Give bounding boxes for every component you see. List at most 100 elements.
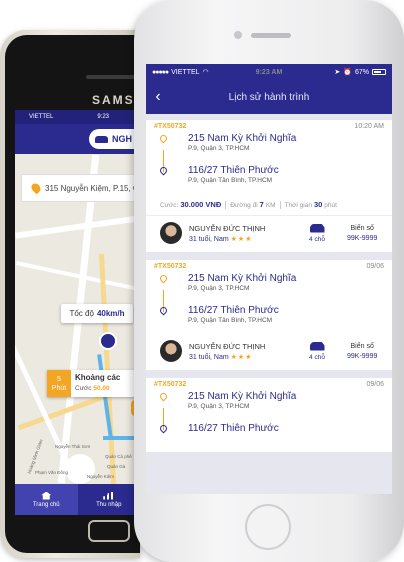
plate-label: Biển số — [350, 342, 374, 350]
destination-detail: P.9, Quận Tân Bình, TP.HCM — [188, 317, 273, 324]
destination-pin-icon — [158, 305, 169, 316]
android-home-button[interactable] — [88, 520, 130, 542]
trip-meta: Cước: 30.000 VNĐ Đường đi 7 KM Thời gian 30 p… — [146, 194, 392, 216]
seat-count: 4 chỗ — [309, 235, 325, 243]
plate-number: 99K-9999 — [347, 352, 378, 360]
eta-minutes: 5 — [57, 375, 61, 383]
map-label: Nguyễn Kiệm — [87, 474, 115, 479]
map-label: Quán Cà phê — [105, 454, 132, 459]
eta-minutes-badge: 5 Phút — [47, 370, 71, 397]
duration-label: Thời gian — [284, 202, 312, 209]
car-icon — [309, 341, 325, 351]
origin-pin-icon — [158, 133, 169, 144]
wifi-icon: ◠ — [202, 69, 209, 76]
duration-unit: phút — [324, 202, 337, 209]
ios-phone: ●●●●● VIETTEL ◠ 9:23 AM ➤ ⏰ 67% ‹ Lịch s… — [134, 0, 404, 562]
rating-stars: ★★★ — [230, 353, 253, 361]
driver-row: NGUYỄN ĐỨC THỊNH 31 tuổi, Nam ★★★ 4 chỗ … — [146, 216, 392, 252]
distance-label: Khoảng các — [75, 373, 121, 382]
fare-value: 30.000 VNĐ — [180, 200, 222, 209]
fee-value: 50.00 — [93, 385, 110, 392]
chevron-left-icon: ‹ — [155, 88, 161, 105]
back-button[interactable]: ‹ — [146, 80, 170, 114]
origin-pin-icon — [158, 391, 169, 402]
page-title: Lịch sử hành trình — [228, 91, 310, 103]
destination-pin-icon — [158, 165, 169, 176]
driver-info: 31 tuổi, Nam — [189, 235, 229, 243]
avatar — [160, 222, 182, 244]
carrier-label: VIETTEL — [29, 114, 54, 120]
battery-icon — [372, 69, 386, 75]
signal-icon: ●●●●● — [152, 68, 169, 76]
location-arrow-icon: ➤ — [334, 69, 341, 76]
avatar — [160, 340, 182, 362]
driver-name: NGUYỄN ĐỨC THỊNH — [189, 223, 266, 233]
destination-detail: P.9, Quận Tân Bình, TP.HCM — [188, 177, 273, 184]
destination-name: 116/27 Thiên Phước — [188, 165, 279, 176]
trip-time: 09/06 — [366, 381, 384, 388]
location-pin-icon — [29, 181, 43, 195]
brand-logo: SAMSUNG — [92, 93, 140, 107]
trip-code: #TX50732 — [154, 123, 187, 130]
tab-income[interactable]: Thu nhập — [78, 484, 141, 515]
home-icon — [41, 491, 52, 500]
ios-home-button[interactable] — [245, 504, 291, 550]
eta-callout: 5 Phút Khoảng các Cước 50.00 — [47, 370, 140, 397]
seat-count: 4 chỗ — [309, 353, 325, 361]
camera — [234, 31, 242, 39]
vehicle-pill-button[interactable]: NGH — [89, 129, 140, 149]
map-label: Phạm Văn Đồng — [35, 470, 69, 475]
driver-info: 31 tuổi, Nam — [189, 353, 229, 361]
plate-label: Biển số — [350, 224, 374, 232]
tab-home[interactable]: Trang chủ — [15, 484, 78, 515]
android-tab-bar: Trang chủ Thu nhập — [15, 484, 140, 515]
trip-list: #TX50732 10:20 AM 215 Nam Kỳ Khởi Nghĩa … — [146, 114, 392, 452]
trip-card[interactable]: #TX50732 10:20 AM 215 Nam Kỳ Khởi Nghĩa … — [146, 120, 392, 252]
tab-label: Thu nhập — [96, 501, 122, 508]
origin-pin-icon — [158, 273, 169, 284]
fare-label: Cước: — [160, 202, 179, 209]
trip-time: 09/06 — [366, 263, 384, 270]
carrier-label: VIETTEL — [171, 68, 200, 76]
android-phone: SAMSUNG VIETTEL 9:23 NGH — [0, 30, 140, 558]
origin-name: 215 Nam Kỳ Khởi Nghĩa — [188, 133, 297, 144]
fee-label: Cước — [75, 385, 92, 392]
trip-card[interactable]: #TX50732 09/06 215 Nam Kỳ Khởi Nghĩa P.9… — [146, 260, 392, 370]
speaker-grille — [251, 33, 291, 38]
origin-detail: P.9, Quận 3, TP.HCM — [188, 403, 250, 410]
destination-name: 116/27 Thiên Phước — [188, 423, 279, 434]
ios-screen: ●●●●● VIETTEL ◠ 9:23 AM ➤ ⏰ 67% ‹ Lịch s… — [146, 64, 392, 494]
ios-status-bar: ●●●●● VIETTEL ◠ 9:23 AM ➤ ⏰ 67% — [146, 64, 392, 80]
origin-name: 215 Nam Kỳ Khởi Nghĩa — [188, 273, 297, 284]
address-bar[interactable]: 315 Nguyễn Kiệm, P.15, G — [21, 174, 140, 202]
speed-callout: Tốc độ 40km/h — [61, 304, 133, 323]
android-status-bar: VIETTEL 9:23 — [15, 110, 140, 124]
map-view[interactable]: Nguyễn Thái Sơn Phạm Văn Đồng Hoàng Minh… — [15, 154, 140, 484]
plate-number: 99K-9999 — [347, 234, 378, 242]
origin-name: 215 Nam Kỳ Khởi Nghĩa — [188, 391, 297, 402]
tab-label: Trang chủ — [32, 501, 60, 508]
car-icon — [95, 135, 108, 143]
battery-percent: 67% — [354, 68, 369, 76]
pill-label: NGH — [112, 134, 132, 144]
distance-value: 7 — [259, 200, 264, 209]
origin-detail: P.9, Quận 3, TP.HCM — [188, 145, 250, 152]
map-label: Quán Gà — [107, 464, 126, 469]
eta-unit: Phút — [51, 384, 67, 392]
car-icon — [309, 223, 325, 233]
trip-card[interactable]: #TX50732 09/06 215 Nam Kỳ Khởi Nghĩa P.9… — [146, 378, 392, 452]
chart-icon — [103, 491, 115, 500]
trip-code: #TX50732 — [154, 381, 187, 388]
rating-stars: ★★★ — [230, 235, 253, 243]
distance-unit: KM — [265, 202, 276, 209]
distance-label: Đường đi — [230, 202, 258, 209]
alarm-icon: ⏰ — [343, 69, 352, 76]
destination-pin-icon — [158, 423, 169, 434]
nav-bar: ‹ Lịch sử hành trình — [146, 80, 392, 114]
android-header: NGH — [15, 124, 140, 154]
fee-line: Cước 50.00 — [75, 385, 110, 392]
driver-name: NGUYỄN ĐỨC THỊNH — [189, 341, 266, 351]
address-text: 315 Nguyễn Kiệm, P.15, G — [45, 183, 140, 193]
destination-name: 116/27 Thiên Phước — [188, 305, 279, 316]
trip-time: 10:20 AM — [354, 123, 384, 130]
